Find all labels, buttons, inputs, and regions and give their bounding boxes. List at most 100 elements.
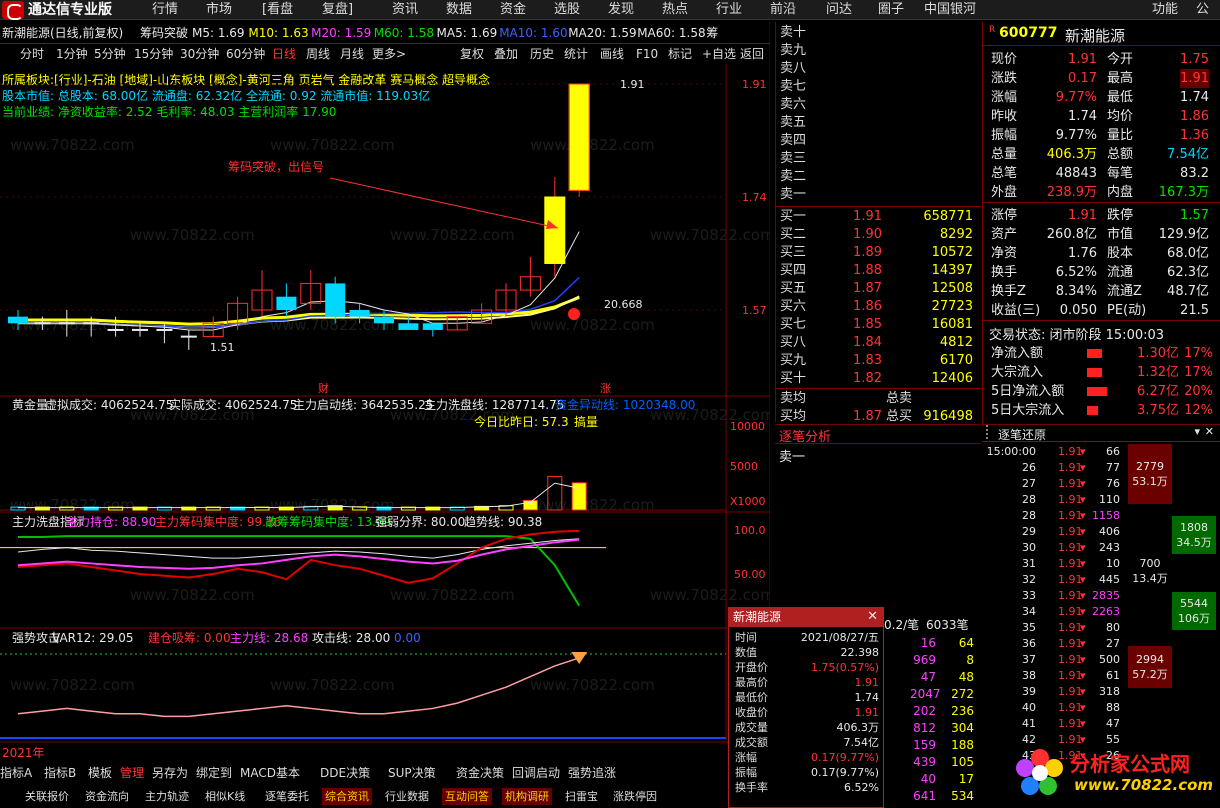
menu-item-12[interactable]: 问达 <box>826 0 852 20</box>
menu-item-13[interactable]: 圈子 <box>878 0 904 20</box>
popup-row: 数值 22.398 <box>729 645 883 660</box>
kline-chart[interactable]: www.70822.com www.70822.com www.70822.com w… <box>0 0 770 760</box>
quote-row: 涨跌 0.17 最高 1.91 <box>983 69 1220 88</box>
detail-sell: 8 <box>966 653 974 667</box>
tick-price: 1.91 <box>1058 717 1083 730</box>
bid-price: 1.83 <box>853 353 882 368</box>
quote-key: 量比 <box>1107 128 1134 143</box>
indicator-tab-8[interactable]: SUP决策 <box>388 764 436 782</box>
detail-buy: 40 <box>920 772 936 786</box>
quote-row: 外盘 238.9万 内盘 167.3万 <box>983 183 1220 202</box>
bid-price: 1.90 <box>853 227 882 242</box>
detail-buy: 202 <box>913 704 936 718</box>
indicator-tab-11[interactable]: 强势追涨 <box>568 764 616 782</box>
indicator-tab-3[interactable]: 管理 <box>120 764 144 782</box>
panel-header-item: 资金异动线: 1020348.00 <box>555 398 696 412</box>
wash-axis-label: 50.00 <box>734 568 766 581</box>
panel-options-icon[interactable]: ▾ <box>1194 425 1200 438</box>
bid-volume: 27723 <box>931 299 973 314</box>
indicator-tab-7[interactable]: DDE决策 <box>320 764 370 782</box>
tick-block-amount: 34.5万 <box>1176 536 1212 549</box>
popup-row: 振幅 0.17(9.77%) <box>729 765 883 780</box>
quote-value: 48843 <box>1055 166 1097 181</box>
ask-row[interactable]: 卖五 <box>776 114 981 132</box>
tick-volume: 2263 <box>1092 605 1120 618</box>
order-book: 卖十 卖九 卖八 卖七 卖六 卖五 卖四 卖三 卖二 卖一 买一 1.91 658771 买二 1.90 82… <box>775 22 981 424</box>
indicator-tab-4[interactable]: 另存为 <box>152 764 188 782</box>
candle <box>544 196 566 264</box>
panel-header-item: 主力持仓: 88.90 <box>66 515 157 529</box>
watermark: www.70822.com <box>530 136 655 154</box>
tick-time: 15:00:00 <box>986 445 1036 458</box>
bid-row[interactable]: 买三 1.89 10572 <box>776 244 981 262</box>
ask-row[interactable]: 卖八 <box>776 60 981 78</box>
ask-row[interactable]: 卖四 <box>776 132 981 150</box>
info-tab-8[interactable]: 机构调研 <box>502 788 552 805</box>
detail-sell: 304 <box>951 721 974 735</box>
indicator-tab-9[interactable]: 资金决策 <box>456 764 504 782</box>
indicator-tab-2[interactable]: 模板 <box>88 764 112 782</box>
info-tab-2[interactable]: 主力轨迹 <box>142 788 192 805</box>
tick-price: 1.91 <box>1058 605 1083 618</box>
menu-item-15[interactable]: 功能 <box>1152 0 1178 20</box>
tick-panel-grip-icon[interactable] <box>986 425 994 439</box>
close-icon[interactable]: ✕ <box>867 609 878 624</box>
indicator-tab-5[interactable]: 绑定到 <box>196 764 232 782</box>
bid-row[interactable]: 买七 1.85 16081 <box>776 316 981 334</box>
tick-direction-icon: ▾ <box>1080 477 1086 490</box>
quote-panel: R 600777 新潮能源 现价 1.91 今开 1.75 涨跌 0.17 最高 1.91 涨幅 9.7… <box>982 22 1220 426</box>
tick-analysis-header[interactable]: 逐笔分析 <box>775 424 980 445</box>
quote-value: 9.77% <box>1055 90 1097 105</box>
info-tab-1[interactable]: 资金流向 <box>82 788 132 805</box>
bid-label: 买六 <box>780 299 807 314</box>
bid-row[interactable]: 买一 1.91 658771 <box>776 208 981 226</box>
info-tab-3[interactable]: 相似K线 <box>202 788 248 805</box>
ask-row[interactable]: 卖十 <box>776 24 981 42</box>
watermark: www.70822.com <box>530 676 655 694</box>
indicator-tab-10[interactable]: 回调启动 <box>512 764 560 782</box>
brand-name: 分析家公式网 <box>1070 752 1190 776</box>
tick-direction-icon: ▾ <box>1080 717 1086 730</box>
ask-row[interactable]: 卖二 <box>776 168 981 186</box>
panel-header-item: 虚拟成交: 4062524.75 <box>45 398 174 412</box>
bid-label: 买二 <box>780 227 807 242</box>
watermark: www.70822.com <box>530 496 655 514</box>
menu-item-16[interactable]: 公 <box>1196 0 1209 20</box>
close-icon[interactable]: ✕ <box>1205 425 1214 438</box>
quote-key: 总笔 <box>991 166 1018 181</box>
info-tab-5[interactable]: 综合资讯 <box>322 788 372 805</box>
ask-row[interactable]: 卖三 <box>776 150 981 168</box>
bid-row[interactable]: 买六 1.86 27723 <box>776 298 981 316</box>
bid-row[interactable]: 买二 1.90 8292 <box>776 226 981 244</box>
fund-flow-label: 净流入额 <box>991 346 1044 361</box>
fund-flow-value: 1.32亿 <box>1137 365 1179 380</box>
info-tab-6[interactable]: 行业数据 <box>382 788 432 805</box>
quote-value: 83.2 <box>1180 166 1209 181</box>
ask-row[interactable]: 卖九 <box>776 42 981 60</box>
popup-value: 0.17(9.77%) <box>810 751 879 764</box>
ask-row[interactable]: 卖六 <box>776 96 981 114</box>
quote-row: 涨停 1.91 跌停 1.57 <box>983 206 1220 225</box>
tick-direction-icon: ▾ <box>1080 509 1086 522</box>
tick-price: 1.91 <box>1058 637 1083 650</box>
bid-row[interactable]: 买四 1.88 14397 <box>776 262 981 280</box>
indicator-tab-6[interactable]: MACD基本 <box>240 764 300 782</box>
indicator-tab-0[interactable]: 指标A <box>0 764 32 782</box>
ask-row[interactable]: 卖七 <box>776 78 981 96</box>
bid-row[interactable]: 买十 1.82 12406 <box>776 370 981 388</box>
menu-item-11[interactable]: 前沿 <box>770 0 796 20</box>
indicator-tab-1[interactable]: 指标B <box>44 764 76 782</box>
detail-buy: 969 <box>913 653 936 667</box>
info-tab-7[interactable]: 互动问答 <box>442 788 492 805</box>
info-tab-10[interactable]: 涨跌停因 <box>610 788 660 805</box>
bid-row[interactable]: 买八 1.84 4812 <box>776 334 981 352</box>
bid-row[interactable]: 买五 1.87 12508 <box>776 280 981 298</box>
menu-item-14[interactable]: 中国银河 <box>924 0 976 20</box>
bid-row[interactable]: 买九 1.83 6170 <box>776 352 981 370</box>
info-tab-0[interactable]: 关联报价 <box>22 788 72 805</box>
ask-row[interactable]: 卖一 <box>776 186 981 204</box>
tick-row: 40 1.91 ▾ 88 <box>982 700 1220 716</box>
info-tab-9[interactable]: 扫雷宝 <box>562 788 601 805</box>
info-tab-4[interactable]: 逐笔委托 <box>262 788 312 805</box>
quote-key: 资产 <box>991 227 1018 242</box>
